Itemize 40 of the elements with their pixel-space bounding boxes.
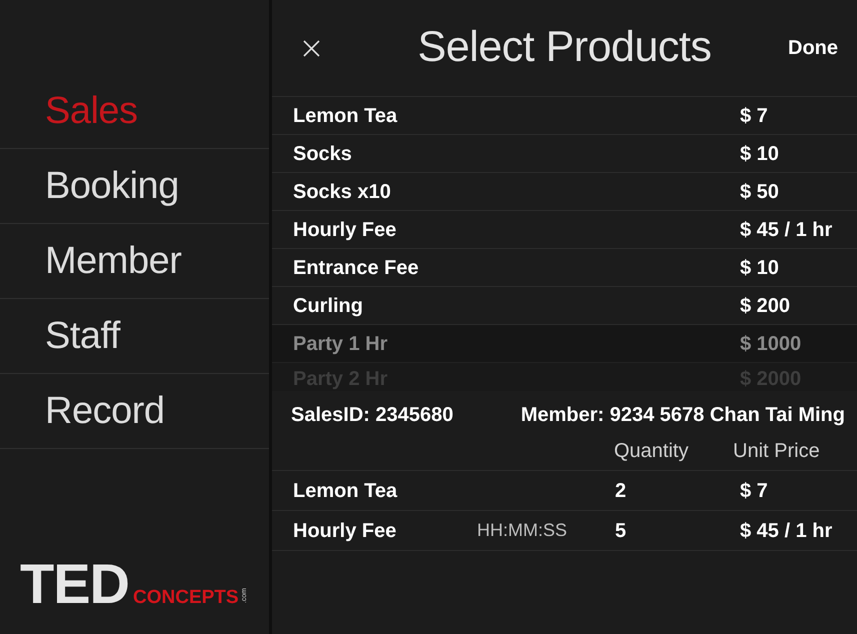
product-name: Curling [293, 294, 364, 316]
close-button[interactable] [301, 38, 322, 58]
product-row[interactable]: Party 1 Hr $ 1000 [272, 325, 857, 363]
product-price: $ 7 [740, 104, 769, 126]
logo-subtext: CONCEPTS [133, 588, 239, 607]
page-title: Select Products [418, 22, 712, 74]
product-row[interactable]: Socks $ 10 [272, 135, 857, 173]
product-row[interactable]: Entrance Fee $ 10 [272, 249, 857, 287]
product-row[interactable]: Socks x10 $ 50 [272, 173, 857, 211]
product-price: $ 50 [740, 180, 780, 202]
sidebar-item[interactable]: Staff [0, 299, 269, 374]
product-name: Party 1 Hr [293, 332, 388, 354]
product-row[interactable]: Hourly Fee $ 45 / 1 hr [272, 211, 857, 249]
sales-id-text: SalesID: 2345680 [291, 403, 454, 428]
product-price: $ 45 / 1 hr [740, 218, 834, 240]
done-button[interactable]: Done [788, 33, 838, 63]
quantity-text: 5 [615, 518, 628, 544]
logo-text: TED [20, 556, 129, 612]
close-icon [303, 40, 320, 56]
member-text: Member: 9234 5678 Chan Tai Ming [520, 403, 845, 428]
product-name: Lemon Tea [293, 104, 398, 126]
sidebar-item[interactable]: Record [0, 374, 269, 449]
product-name: Hourly Fee [293, 218, 398, 240]
sidebar-item[interactable]: Member [0, 224, 269, 299]
sidebar-item[interactable]: Booking [0, 149, 269, 224]
product-price: $ 10 [740, 142, 780, 164]
product-name: Socks x10 [293, 180, 392, 202]
product-price: $ 10 [740, 256, 780, 278]
order-item-name: Lemon Tea [293, 478, 398, 504]
order-item-name: Hourly Fee [293, 518, 398, 544]
product-row[interactable]: Lemon Tea $ 7 [272, 97, 857, 135]
product-name: Entrance Fee [293, 256, 420, 278]
product-price: $ 1000 [740, 332, 802, 354]
product-price: $ 200 [740, 294, 792, 316]
product-name: Socks [293, 142, 353, 164]
unit-price-text: $ 7 [740, 478, 769, 504]
quantity-text: 2 [615, 478, 628, 504]
column-header: Unit Price [733, 439, 821, 463]
unit-price-text: $ 45 / 1 hr [740, 518, 834, 544]
timer-text: HH:MM:SS [477, 519, 567, 542]
